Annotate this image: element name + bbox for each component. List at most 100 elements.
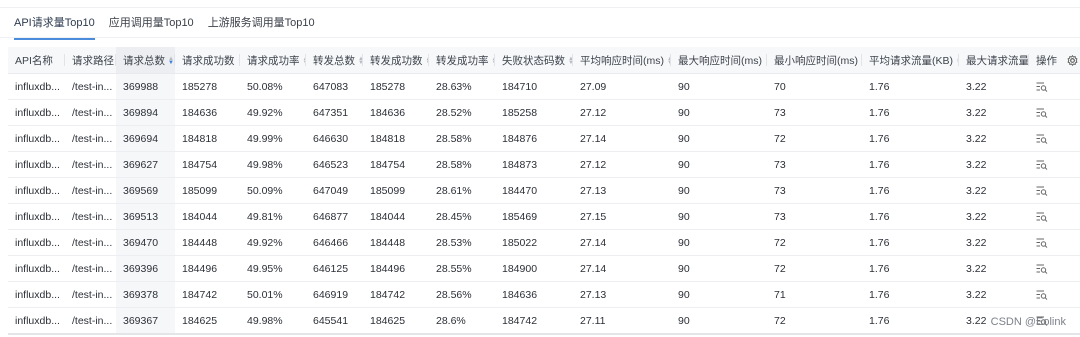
column-header[interactable]: 平均请求流量(KB)▲▼ [862, 47, 959, 74]
table-cell: 50.09% [240, 177, 306, 204]
table-cell: 184754 [363, 151, 429, 178]
table-cell: 90 [671, 307, 767, 334]
table-cell: 90 [671, 255, 767, 282]
column-header[interactable]: 请求总数 ▲ ▼ [116, 47, 175, 74]
column-header-label: 失败状态码数 [502, 54, 565, 67]
table-cell: /test-in... [65, 125, 116, 152]
table-cell: /test-in... [65, 99, 116, 126]
column-header[interactable]: 转发成功数▲▼ [363, 47, 429, 74]
watermark: CSDN @Eolink [990, 316, 1066, 328]
detail-icon[interactable] [1036, 212, 1048, 222]
table-cell: 185278 [363, 73, 429, 100]
column-header-label: 请求成功率 [247, 54, 300, 67]
table-cell: 646466 [306, 229, 363, 256]
table-cell: influxdb... [8, 255, 65, 282]
table-cell: 49.81% [240, 203, 306, 230]
action-cell [1029, 229, 1080, 256]
table-cell: 369569 [116, 177, 175, 204]
table-cell: 184710 [495, 73, 573, 100]
table-cell: influxdb... [8, 281, 65, 308]
action-cell [1029, 99, 1080, 126]
table-cell: 27.13 [573, 177, 671, 204]
table-cell: 90 [671, 99, 767, 126]
table-cell: 73 [767, 203, 862, 230]
action-cell [1029, 203, 1080, 230]
detail-icon[interactable] [1036, 186, 1048, 196]
horizontal-scrollbar[interactable] [8, 333, 1080, 335]
table-cell: influxdb... [8, 99, 65, 126]
table-cell: /test-in... [65, 307, 116, 334]
table-cell: 1.76 [862, 229, 959, 256]
table-cell: 184044 [175, 203, 240, 230]
column-header[interactable]: 最大响应时间(ms)▲▼ [671, 47, 767, 74]
column-header: API名称 [8, 47, 65, 74]
table-cell: 28.56% [429, 281, 495, 308]
stats-table-container: API名称 请求路径请求总数▲▼请求成功数▲▼请求成功率▲▼转发总数▲▼转发成功数… [8, 47, 1080, 337]
column-header-label: 请求成功数 [182, 54, 235, 67]
column-header[interactable]: 失败状态码数▲▼ [495, 47, 573, 74]
table-cell: /test-in... [65, 255, 116, 282]
table-cell: 27.14 [573, 255, 671, 282]
table-cell: 1.76 [862, 281, 959, 308]
detail-icon[interactable] [1036, 82, 1048, 92]
table-cell: 184900 [495, 255, 573, 282]
table-cell: 49.95% [240, 255, 306, 282]
column-header[interactable]: 平均响应时间(ms)▲▼ [573, 47, 671, 74]
table-cell: 28.53% [429, 229, 495, 256]
table-cell: 1.76 [862, 177, 959, 204]
table-cell: 646523 [306, 151, 363, 178]
table-cell: 184636 [175, 99, 240, 126]
table-cell: 71 [767, 281, 862, 308]
table-cell: influxdb... [8, 73, 65, 100]
column-header[interactable]: 转发总数▲▼ [306, 47, 363, 74]
table-cell: influxdb... [8, 125, 65, 152]
table-cell: /test-in... [65, 281, 116, 308]
column-header-label: 最小响应时间(ms) [774, 54, 858, 67]
table-cell: 184496 [175, 255, 240, 282]
table-cell: 3.22 [959, 203, 1029, 230]
table-cell: influxdb... [8, 307, 65, 334]
table-cell: influxdb... [8, 151, 65, 178]
column-header[interactable]: 转发成功率▲▼ [429, 47, 495, 74]
table-cell: 369367 [116, 307, 175, 334]
table-cell: 1.76 [862, 73, 959, 100]
gear-icon[interactable] [1067, 55, 1078, 67]
table-cell: 27.11 [573, 307, 671, 334]
tab-bar: API请求量Top10 应用调用量Top10 上游服务调用量Top10 [14, 16, 315, 40]
table-cell: 184044 [363, 203, 429, 230]
column-header[interactable]: 请求成功率▲▼ [240, 47, 306, 74]
detail-icon[interactable] [1036, 160, 1048, 170]
table-cell: 72 [767, 125, 862, 152]
detail-icon[interactable] [1036, 238, 1048, 248]
action-cell [1029, 177, 1080, 204]
table-cell: 184625 [363, 307, 429, 334]
detail-icon[interactable] [1036, 108, 1048, 118]
detail-icon[interactable] [1036, 290, 1048, 300]
table-cell: 90 [671, 203, 767, 230]
column-header-label: API名称 [15, 54, 53, 67]
table-cell: 70 [767, 73, 862, 100]
table-cell: 27.12 [573, 151, 671, 178]
table-cell: 3.22 [959, 229, 1029, 256]
table-cell: 185258 [495, 99, 573, 126]
table-cell: 3.22 [959, 281, 1029, 308]
column-header-label: 请求路径 [72, 54, 114, 67]
table-cell: 184876 [495, 125, 573, 152]
table-cell: 184742 [175, 281, 240, 308]
detail-icon[interactable] [1036, 134, 1048, 144]
table-cell: 1.76 [862, 307, 959, 334]
action-header-label: 操作 [1036, 54, 1057, 67]
column-header[interactable]: 请求成功数▲▼ [175, 47, 240, 74]
detail-icon[interactable] [1036, 264, 1048, 274]
tab-upstream-calls[interactable]: 上游服务调用量Top10 [208, 16, 315, 38]
table-cell: 647083 [306, 73, 363, 100]
column-header-label: 平均请求流量(KB) [869, 54, 953, 67]
column-header: 请求路径 [65, 47, 116, 74]
tab-app-calls[interactable]: 应用调用量Top10 [109, 16, 194, 38]
table-cell: 184636 [495, 281, 573, 308]
column-header[interactable]: 最大请求流量(KB)▲▼ [959, 47, 1029, 74]
table-cell: 185099 [175, 177, 240, 204]
table-cell: /test-in... [65, 177, 116, 204]
column-header[interactable]: 最小响应时间(ms)▲▼ [767, 47, 862, 74]
action-cell [1029, 73, 1080, 100]
